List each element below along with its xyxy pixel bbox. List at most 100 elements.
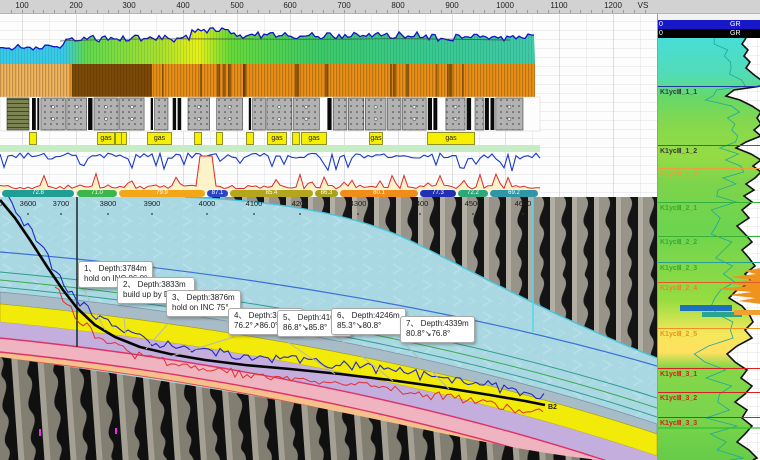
show-bar-orange [734, 310, 760, 315]
ruler-minor-tick [462, 10, 463, 13]
formation-boundary-line [658, 145, 760, 146]
annotation-callout[interactable]: 7、 Depth:4339m80.8°↘76.8° [400, 316, 475, 343]
ruler-minor-tick [172, 10, 173, 13]
formation-boundary-line [658, 86, 760, 87]
md-tick-label: 4200 [292, 199, 309, 208]
ruler-minor-tick [312, 10, 313, 13]
litho-block-sand [155, 98, 169, 130]
ruler-minor-tick [516, 10, 517, 13]
litho-block-sand [388, 98, 402, 130]
show-bar-blue [680, 305, 732, 311]
ruler-minor-tick [54, 10, 55, 13]
ruler-minor-tick [226, 10, 227, 13]
formation-label: K1ycⅢ_3_2 [660, 394, 697, 402]
litho-block-coal [428, 98, 432, 130]
litho-block-coal [249, 98, 251, 130]
ruler-tick-label: 1100 [550, 1, 567, 10]
log-tracks-canvas[interactable] [0, 13, 657, 197]
bar-segment: 69.2 [490, 190, 538, 197]
litho-block-coal [151, 98, 153, 130]
ruler-tick-label: 1000 [496, 1, 514, 10]
ruler-tick-label: 700 [337, 1, 350, 10]
litho-block-coal [491, 98, 495, 130]
ruler-minor-tick [247, 10, 248, 13]
gr-scale-min: 0 [659, 20, 663, 29]
vs-ruler[interactable]: 100200300400500600700800900100011001200V… [0, 0, 760, 14]
formation-label: K1ycⅢ_2_3 [660, 264, 697, 272]
formation-boundary-line [658, 202, 760, 203]
litho-block-sand [293, 98, 319, 130]
formation-label: K1ycⅢ_2_5 [660, 330, 697, 338]
litho-block-sand [333, 98, 347, 130]
ruler-minor-tick [11, 10, 12, 13]
ruler-minor-tick [22, 10, 23, 13]
ruler-minor-tick [183, 10, 184, 13]
litho-block-sand [267, 98, 292, 130]
geosteering-app: 100200300400500600700800900100011001200V… [0, 0, 760, 460]
annotation-callout[interactable]: 6、 Depth:4246m85.3°↘80.8° [331, 308, 406, 335]
ruler-minor-tick [548, 10, 549, 13]
annotation-depth: 3、 Depth:3876m [172, 293, 235, 303]
litho-block-sand [475, 98, 483, 130]
annotation-detail: 80.8°↘76.8° [406, 329, 469, 339]
ruler-minor-tick [537, 10, 538, 13]
litho-block-coal [327, 98, 331, 130]
ruler-minor-tick [430, 10, 431, 13]
md-tick-label: 4400 [412, 199, 429, 208]
litho-block-sand [446, 98, 465, 130]
formation-boundary-line [658, 328, 760, 329]
ruler-minor-tick [65, 10, 66, 13]
ruler-minor-tick [344, 10, 345, 13]
annotation-depth: 1、 Depth:3784m [84, 264, 147, 274]
gr-header-black[interactable]: 0 GR [658, 29, 760, 38]
md-tick-label: 3500 [0, 199, 2, 208]
ruler-minor-tick [645, 10, 646, 13]
formation-label: K1ycⅢ_2_4 [660, 284, 697, 292]
ruler-minor-tick [118, 10, 119, 13]
md-tick-label: 3800 [100, 199, 117, 208]
ruler-minor-tick [484, 10, 485, 13]
gr-header-blue[interactable]: 0 GR [658, 20, 760, 29]
formation-label: K1ycⅢ_3_3 [660, 419, 697, 427]
ruler-minor-tick [570, 10, 571, 13]
gas-box [194, 132, 202, 145]
litho-block-sand [496, 98, 523, 130]
ruler-tick-label: 400 [176, 1, 189, 10]
bar-segment: 72.8 [2, 190, 74, 197]
bar-segment: 86.3 [315, 190, 338, 197]
ruler-minor-tick [269, 10, 270, 13]
litho-block-sand [94, 98, 118, 130]
ruler-tick-label: 500 [230, 1, 243, 10]
well-target-label: B2 [548, 404, 557, 411]
ruler-minor-tick [301, 10, 302, 13]
litho-block-sand [403, 98, 427, 130]
litho-block-coal [467, 98, 472, 130]
md-tick-label: 4500 [465, 199, 482, 208]
ruler-tick-label: 200 [69, 1, 82, 10]
type-log-panel[interactable]: 0 GR 0 GR K1ycⅢ_1_1K1ycⅢ_1_2K1ycⅢ_1_3K1y… [657, 14, 760, 460]
gas-box: gas [301, 132, 327, 145]
ruler-minor-tick [505, 10, 506, 13]
annotation-depth: 2、 Depth:3833m [123, 280, 189, 290]
ruler-minor-tick [280, 10, 281, 13]
litho-block-coal [37, 98, 39, 130]
formation-boundary-line [658, 417, 760, 418]
md-tick-label: 4600 [515, 199, 532, 208]
ruler-minor-tick [129, 10, 130, 13]
litho-block-sand [253, 98, 266, 130]
formation-label: K1ycⅢ_1_2 [660, 147, 697, 155]
annotation-depth: 6、 Depth:4246m [337, 311, 400, 321]
magenta-pick [39, 429, 41, 436]
formation-label: K1ycⅢ_1_3 [660, 170, 697, 178]
ruler-minor-tick [43, 10, 44, 13]
bar-segment: 79.9 [119, 190, 205, 197]
ruler-minor-tick [323, 10, 324, 13]
litho-block-sand [41, 98, 65, 130]
formation-boundary-line [658, 368, 760, 369]
gr-curve-name: GR [730, 29, 741, 38]
type-log-body[interactable]: K1ycⅢ_1_1K1ycⅢ_1_2K1ycⅢ_1_3K1ycⅢ_2_1K1yc… [658, 38, 760, 460]
gas-box: gas [369, 132, 383, 145]
ruler-tick-label: 300 [122, 1, 135, 10]
gas-box: gas [147, 132, 172, 145]
gas-box [121, 132, 127, 145]
